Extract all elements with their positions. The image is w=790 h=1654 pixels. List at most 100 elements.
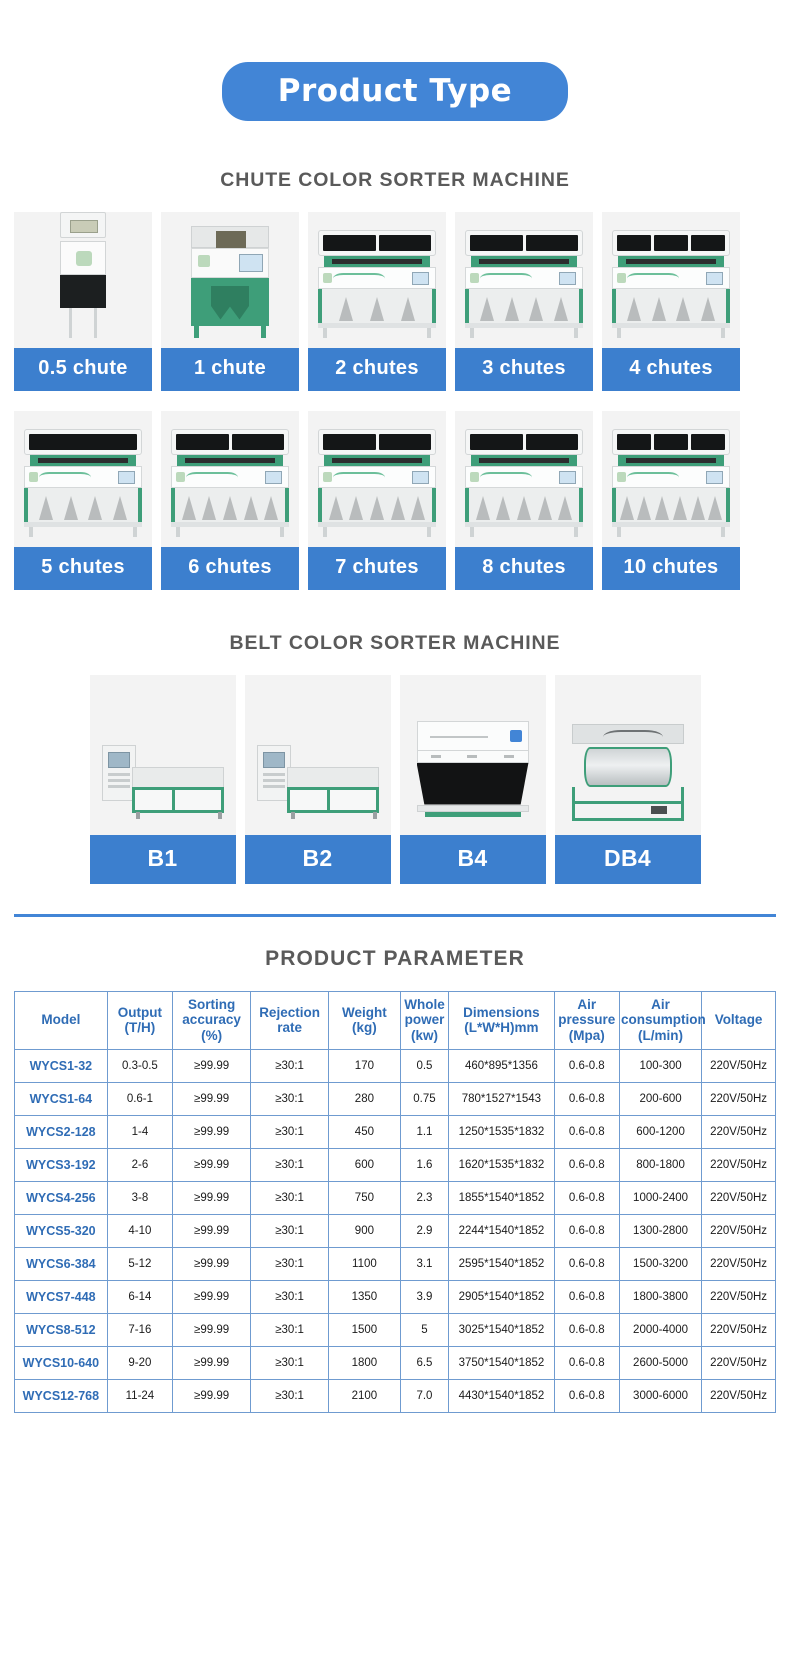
product-card[interactable]: B2 xyxy=(244,674,391,884)
machine-illustration-belt-db4 xyxy=(571,723,684,821)
table-cell: 2.9 xyxy=(399,1213,450,1248)
product-card[interactable]: 5 chutes xyxy=(14,410,152,590)
machine-illustration-8-chutes xyxy=(465,428,583,537)
product-photo xyxy=(308,410,446,547)
table-cell: 1100 xyxy=(328,1246,401,1281)
table-cell: ≥30:1 xyxy=(250,1114,330,1149)
table-cell: 600-1200 xyxy=(618,1114,703,1149)
product-card-label: B1 xyxy=(89,834,236,884)
table-cell-model: WYCS2-128 xyxy=(14,1114,108,1149)
table-cell: 220V/50Hz xyxy=(701,1312,776,1347)
product-card-label: 1 chute xyxy=(161,347,299,391)
product-card[interactable]: B1 xyxy=(89,674,236,884)
table-column-header: Air consumption (L/min) xyxy=(618,990,706,1050)
product-photo xyxy=(308,211,446,348)
table-cell: ≥99.99 xyxy=(172,1114,252,1149)
table-cell: ≥99.99 xyxy=(172,1213,252,1248)
product-card[interactable]: 8 chutes xyxy=(455,410,593,590)
product-parameter-table: Model Output (T/H) Sorting accuracy (%) Reject… xyxy=(14,990,776,1413)
table-row: WYCS12-768 11-24 ≥99.99 ≥30:1 2100 7.0 4430*15… xyxy=(14,1378,776,1413)
table-cell: 1.1 xyxy=(399,1114,450,1149)
table-cell: ≥99.99 xyxy=(172,1279,252,1314)
table-cell: 9-20 xyxy=(106,1345,174,1380)
table-cell: 5-12 xyxy=(106,1246,174,1281)
machine-illustration-6-chutes xyxy=(171,428,289,537)
table-cell: 220V/50Hz xyxy=(701,1081,776,1116)
product-photo xyxy=(602,410,740,547)
product-card[interactable]: 0.5 chute xyxy=(14,211,152,391)
table-cell: 780*1527*1543 xyxy=(448,1081,555,1116)
table-cell: ≥30:1 xyxy=(250,1279,330,1314)
table-cell: 1-4 xyxy=(106,1114,174,1149)
product-card[interactable]: 10 chutes xyxy=(602,410,740,590)
product-card[interactable]: 6 chutes xyxy=(161,410,299,590)
table-column-header: Rejection rate xyxy=(250,990,330,1050)
table-row: WYCS3-192 2-6 ≥99.99 ≥30:1 600 1.6 1620*1535*1… xyxy=(14,1147,776,1182)
table-cell: 3025*1540*1852 xyxy=(448,1312,555,1347)
table-cell: 220V/50Hz xyxy=(701,1114,776,1149)
table-cell: 3.9 xyxy=(399,1279,450,1314)
chute-section-title: CHUTE COLOR SORTER MACHINE xyxy=(220,168,570,191)
table-cell: ≥30:1 xyxy=(250,1345,330,1380)
table-cell: 0.3-0.5 xyxy=(106,1048,174,1083)
product-photo xyxy=(399,674,546,835)
table-cell: ≥30:1 xyxy=(250,1312,330,1347)
product-card[interactable]: 3 chutes xyxy=(455,211,593,391)
table-cell-model: WYCS3-192 xyxy=(14,1147,108,1182)
product-card[interactable]: 2 chutes xyxy=(308,211,446,391)
table-cell: 0.75 xyxy=(399,1081,450,1116)
page-title-badge: Product Type xyxy=(221,62,569,121)
chute-grid-row-1: 0.5 chute 1 chute 2 chutes 3 chutes 4 ch… xyxy=(14,211,776,391)
product-card-label: 6 chutes xyxy=(161,546,299,590)
table-cell: 0.6-0.8 xyxy=(553,1048,620,1083)
product-card-label: B4 xyxy=(399,834,546,884)
table-cell: 2595*1540*1852 xyxy=(448,1246,555,1281)
machine-illustration-belt-b4 xyxy=(416,720,529,817)
table-cell: 220V/50Hz xyxy=(701,1246,776,1281)
table-cell: 0.6-0.8 xyxy=(553,1180,620,1215)
product-photo xyxy=(554,674,701,835)
product-card[interactable]: 7 chutes xyxy=(308,410,446,590)
table-cell: 6.5 xyxy=(399,1345,450,1380)
table-row: WYCS10-640 9-20 ≥99.99 ≥30:1 1800 6.5 3750*154… xyxy=(14,1345,776,1380)
belt-grid: B1 B2 B4 DB4 xyxy=(14,674,776,884)
product-card-label: 3 chutes xyxy=(455,347,593,391)
table-cell: 600 xyxy=(328,1147,401,1182)
table-cell: ≥99.99 xyxy=(172,1378,252,1413)
table-column-header: Model xyxy=(14,990,108,1050)
machine-illustration-10-chutes xyxy=(612,428,730,537)
table-cell: ≥30:1 xyxy=(250,1081,330,1116)
table-cell-model: WYCS7-448 xyxy=(14,1279,108,1314)
table-cell: 200-600 xyxy=(618,1081,703,1116)
product-card-label: 8 chutes xyxy=(455,546,593,590)
product-card-label: 10 chutes xyxy=(602,546,740,590)
product-card[interactable]: DB4 xyxy=(554,674,701,884)
table-cell: 0.6-0.8 xyxy=(553,1378,620,1413)
table-column-header: Output (T/H) xyxy=(106,990,174,1050)
table-row: WYCS1-64 0.6-1 ≥99.99 ≥30:1 280 0.75 780*1527*… xyxy=(14,1081,776,1116)
table-cell: ≥99.99 xyxy=(172,1246,252,1281)
chute-grid-row-2: 5 chutes 6 chutes 7 chutes 8 chutes 10 c… xyxy=(14,410,776,590)
table-cell: 3-8 xyxy=(106,1180,174,1215)
product-card[interactable]: 1 chute xyxy=(161,211,299,391)
product-card-label: 5 chutes xyxy=(14,546,152,590)
table-cell: 5 xyxy=(399,1312,450,1347)
table-cell: 3750*1540*1852 xyxy=(448,1345,555,1380)
table-cell: 220V/50Hz xyxy=(701,1378,776,1413)
table-row: WYCS4-256 3-8 ≥99.99 ≥30:1 750 2.3 1855*1540*1… xyxy=(14,1180,776,1215)
table-cell: 220V/50Hz xyxy=(701,1147,776,1182)
table-column-header: Voltage xyxy=(701,990,776,1050)
table-cell: 2-6 xyxy=(106,1147,174,1182)
table-cell: 220V/50Hz xyxy=(701,1345,776,1380)
product-photo xyxy=(161,211,299,348)
table-cell: ≥30:1 xyxy=(250,1213,330,1248)
table-cell: 0.6-1 xyxy=(106,1081,174,1116)
table-row: WYCS2-128 1-4 ≥99.99 ≥30:1 450 1.1 1250*1535*1… xyxy=(14,1114,776,1149)
table-column-header: Air pressure (Mpa) xyxy=(553,990,620,1050)
table-cell-model: WYCS6-384 xyxy=(14,1246,108,1281)
table-cell: 0.6-0.8 xyxy=(553,1114,620,1149)
product-card[interactable]: B4 xyxy=(399,674,546,884)
table-row: WYCS6-384 5-12 ≥99.99 ≥30:1 1100 3.1 2595*1540… xyxy=(14,1246,776,1281)
table-column-header: Whole power (kw) xyxy=(399,990,450,1050)
product-card[interactable]: 4 chutes xyxy=(602,211,740,391)
